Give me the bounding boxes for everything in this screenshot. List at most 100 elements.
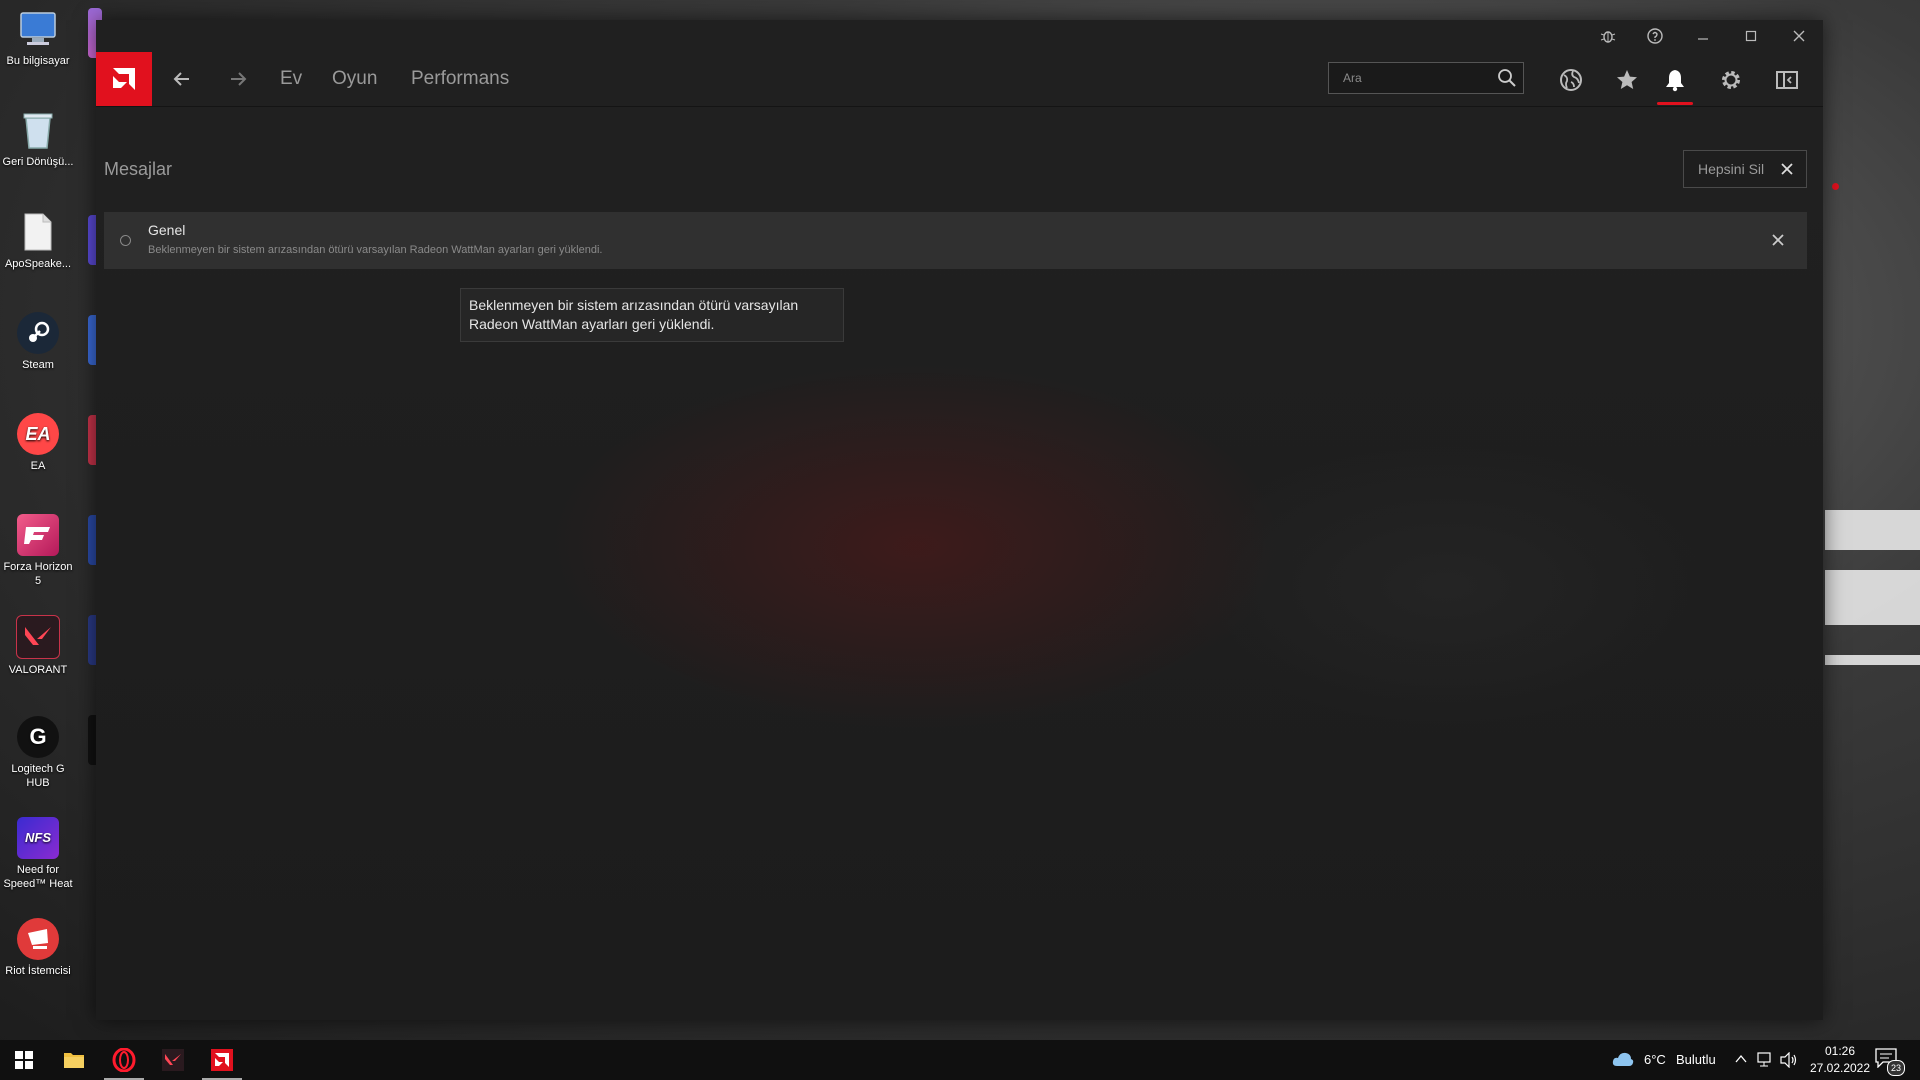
minimize-button[interactable] bbox=[1680, 20, 1726, 52]
amd-logo-button[interactable] bbox=[96, 52, 152, 106]
wallpaper-stripe bbox=[1825, 655, 1920, 665]
taskbar-file-explorer[interactable] bbox=[50, 1040, 98, 1080]
minimize-icon bbox=[1698, 38, 1708, 40]
maximize-icon bbox=[1745, 30, 1757, 42]
favorites-button[interactable] bbox=[1607, 60, 1647, 100]
desktop-icon-label: Riot İstemcisi bbox=[5, 965, 71, 977]
amd-logo-icon bbox=[113, 68, 135, 90]
close-window-button[interactable] bbox=[1776, 20, 1822, 52]
back-button[interactable] bbox=[164, 62, 200, 96]
desktop-icon-label: Steam bbox=[22, 359, 54, 371]
desktop-icon-ea[interactable]: EA EA bbox=[0, 405, 76, 473]
weather-condition[interactable]: Bulutlu bbox=[1676, 1052, 1716, 1067]
desktop-icon-logitech[interactable]: G Logitech G HUB bbox=[0, 708, 76, 790]
file-icon bbox=[17, 211, 59, 253]
desktop-icon-label: Need for Speed™ Heat bbox=[3, 864, 73, 890]
help-icon bbox=[1647, 28, 1663, 44]
message-read-radio[interactable] bbox=[120, 235, 131, 246]
desktop-icon-steam[interactable]: Steam bbox=[0, 304, 76, 372]
clear-all-button[interactable]: Hepsini Sil bbox=[1683, 150, 1807, 188]
close-icon bbox=[1781, 163, 1793, 175]
notifications-button[interactable] bbox=[1655, 60, 1695, 100]
desktop-icon-label: ApoSpeake... bbox=[4, 258, 72, 270]
taskbar-radeon[interactable] bbox=[198, 1040, 246, 1080]
bug-icon bbox=[1600, 31, 1616, 43]
radeon-software-window: Ev Oyun Performans Mesajlar Hepsini Sil bbox=[96, 20, 1823, 1020]
desktop-icon-forza[interactable]: Forza Horizon 5 bbox=[0, 506, 76, 588]
valorant-icon bbox=[16, 615, 60, 659]
amd-logo-icon bbox=[211, 1049, 233, 1071]
search-input[interactable] bbox=[1329, 63, 1489, 93]
riot-icon bbox=[17, 918, 59, 960]
recycle-bin-icon bbox=[17, 109, 59, 151]
volume-icon[interactable] bbox=[1780, 1052, 1798, 1068]
clock-date: 27.02.2022 bbox=[1809, 1061, 1871, 1075]
bell-icon bbox=[1666, 70, 1684, 92]
globe-icon bbox=[1560, 69, 1582, 91]
close-icon bbox=[1793, 30, 1805, 42]
title-bar bbox=[96, 20, 1823, 52]
active-indicator bbox=[1657, 102, 1693, 105]
wallpaper-stripe bbox=[1825, 510, 1920, 550]
message-tooltip: Beklenmeyen bir sistem arızasından ötürü… bbox=[460, 288, 844, 342]
clock-time: 01:26 bbox=[1824, 1044, 1856, 1058]
folder-icon bbox=[64, 1053, 84, 1068]
dismiss-message-icon[interactable] bbox=[1769, 231, 1787, 249]
arrow-left-icon bbox=[173, 72, 189, 86]
message-item[interactable]: Genel Beklenmeyen bir sistem arızasından… bbox=[104, 212, 1807, 269]
logitech-icon: G bbox=[17, 716, 59, 758]
desktop-icon-label: VALORANT bbox=[8, 664, 68, 676]
weather-temperature[interactable]: 6°C bbox=[1644, 1052, 1666, 1067]
notification-badge: 23 bbox=[1887, 1060, 1905, 1076]
chevron-up-icon[interactable] bbox=[1735, 1054, 1747, 1064]
taskbar-opera[interactable] bbox=[100, 1040, 148, 1080]
desktop-icon-label: EA bbox=[30, 460, 46, 472]
panel-icon bbox=[1776, 71, 1798, 89]
message-text: Beklenmeyen bir sistem arızasından ötürü… bbox=[148, 244, 603, 256]
forward-button[interactable] bbox=[220, 62, 256, 96]
desktop-icon-label: Forza Horizon 5 bbox=[3, 561, 73, 587]
desktop-icon-nfs[interactable]: NFS Need for Speed™ Heat bbox=[0, 809, 76, 891]
desktop-icon-label: Geri Dönüşü... bbox=[2, 156, 74, 168]
taskbar: 6°C Bulutlu 01:26 27.02.2022 23 bbox=[0, 1040, 1920, 1080]
desktop-icon-this-pc[interactable]: Bu bilgisayar bbox=[0, 0, 76, 68]
clear-all-label: Hepsini Sil bbox=[1698, 161, 1765, 177]
nav-performance[interactable]: Performans bbox=[411, 52, 509, 106]
ea-icon: EA bbox=[17, 413, 59, 455]
navigation-bar: Ev Oyun Performans bbox=[96, 52, 1823, 107]
nav-home[interactable]: Ev bbox=[280, 52, 302, 106]
wallpaper-red-dot bbox=[1832, 183, 1839, 190]
settings-button[interactable] bbox=[1711, 60, 1751, 100]
nav-gaming[interactable]: Oyun bbox=[332, 52, 377, 106]
search-box bbox=[1328, 62, 1524, 94]
bug-report-button[interactable] bbox=[1585, 20, 1631, 52]
wallpaper-stripe bbox=[1825, 570, 1920, 625]
steam-icon bbox=[17, 312, 59, 354]
desktop-icon-label: Logitech G HUB bbox=[11, 763, 65, 789]
nfs-icon: NFS bbox=[17, 817, 59, 859]
desktop-icon-label: Bu bilgisayar bbox=[6, 55, 70, 67]
valorant-icon bbox=[162, 1049, 184, 1071]
message-category: Genel bbox=[148, 222, 186, 238]
desktop-icon-riot[interactable]: Riot İstemcisi bbox=[0, 910, 76, 978]
search-icon[interactable] bbox=[1497, 68, 1517, 88]
start-button[interactable] bbox=[0, 1040, 48, 1080]
sidebar-toggle-button[interactable] bbox=[1767, 60, 1807, 100]
web-button[interactable] bbox=[1551, 60, 1591, 100]
windows-icon bbox=[15, 1051, 33, 1069]
maximize-button[interactable] bbox=[1728, 20, 1774, 52]
network-icon[interactable] bbox=[1755, 1052, 1773, 1068]
clock[interactable]: 01:26 27.02.2022 bbox=[1800, 1043, 1880, 1077]
desktop-icon-valorant[interactable]: VALORANT bbox=[0, 607, 76, 677]
desktop-icon-apospeaker[interactable]: ApoSpeake... bbox=[0, 203, 76, 271]
notification-center-button[interactable]: 23 bbox=[1875, 1048, 1905, 1076]
help-button[interactable] bbox=[1632, 20, 1678, 52]
opera-icon bbox=[112, 1048, 136, 1072]
cloud-icon[interactable] bbox=[1612, 1051, 1634, 1067]
desktop-icon-recycle-bin[interactable]: Geri Dönüşü... bbox=[0, 101, 76, 169]
computer-icon bbox=[17, 8, 59, 50]
page-title: Mesajlar bbox=[104, 159, 173, 179]
taskbar-valorant[interactable] bbox=[149, 1040, 197, 1080]
arrow-right-icon bbox=[231, 72, 247, 86]
star-icon bbox=[1617, 70, 1637, 89]
